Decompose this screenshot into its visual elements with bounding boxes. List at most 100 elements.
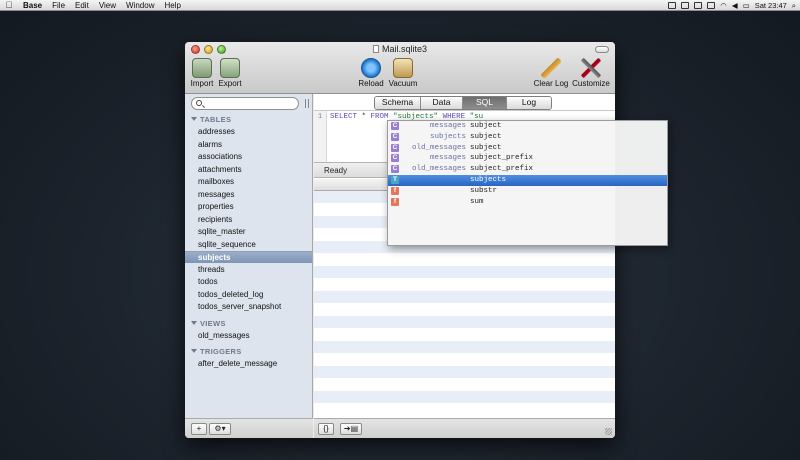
completion-item[interactable]: Cold_messages subject_prefix bbox=[388, 164, 667, 175]
table-row bbox=[314, 403, 615, 416]
table-item[interactable]: todos_deleted_log bbox=[185, 289, 312, 301]
add-button[interactable]: + bbox=[191, 423, 207, 435]
table-item[interactable]: messages bbox=[185, 189, 312, 201]
completion-item[interactable]: Csubjects subject bbox=[388, 132, 667, 143]
column-icon: C bbox=[391, 132, 399, 141]
table-item[interactable]: addresses bbox=[185, 126, 312, 138]
menu-edit[interactable]: Edit bbox=[70, 1, 94, 10]
table-item[interactable]: associations bbox=[185, 151, 312, 163]
gear-menu-button[interactable]: ⚙▾ bbox=[209, 423, 231, 435]
view-tabs: Schema Data SQL Log bbox=[374, 96, 552, 110]
completion-name: subjects bbox=[470, 175, 507, 184]
completion-item-selected[interactable]: Tsubjects bbox=[388, 174, 667, 186]
completion-item[interactable]: Cmessages subject bbox=[388, 121, 667, 132]
run-export-button[interactable]: ➔▤ bbox=[340, 423, 362, 435]
table-item[interactable]: properties bbox=[185, 201, 312, 213]
wifi-icon[interactable]: ◠ bbox=[720, 1, 727, 10]
media-icon[interactable] bbox=[681, 2, 690, 9]
sql-keyword: SELECT bbox=[330, 113, 358, 121]
menu-window[interactable]: Window bbox=[121, 1, 159, 10]
table-row bbox=[314, 378, 615, 391]
disclosure-icon bbox=[191, 349, 197, 353]
table-item[interactable]: todos bbox=[185, 276, 312, 288]
menu-view[interactable]: View bbox=[94, 1, 121, 10]
menu-bar:  Base File Edit View Window Help ◠ ◀ ▭ … bbox=[0, 0, 800, 11]
menu-app[interactable]: Base bbox=[18, 1, 47, 10]
column-icon: C bbox=[391, 154, 399, 163]
table-row bbox=[314, 328, 615, 341]
views-header[interactable]: VIEWS bbox=[191, 319, 226, 328]
tab-log[interactable]: Log bbox=[507, 97, 551, 109]
completion-item[interactable]: Cold_messages subject bbox=[388, 143, 667, 154]
table-row bbox=[314, 266, 615, 279]
toolbar-toggle-button[interactable] bbox=[595, 46, 609, 53]
clear-log-button[interactable]: Clear Log bbox=[533, 58, 569, 88]
status-menus: ◠ ◀ ▭ Sat 23:47 ⌕ bbox=[668, 0, 796, 11]
main-bottom-bar: {} ➔▤ bbox=[314, 418, 615, 438]
export-icon bbox=[220, 58, 240, 78]
table-item[interactable]: sqlite_sequence bbox=[185, 239, 312, 251]
export-button[interactable]: Export bbox=[217, 58, 243, 88]
search-field[interactable] bbox=[191, 97, 299, 110]
trigger-item[interactable]: after_delete_message bbox=[185, 358, 312, 370]
tab-sql[interactable]: SQL bbox=[463, 97, 507, 109]
format-button[interactable]: {} bbox=[318, 423, 334, 435]
triggers-header[interactable]: TRIGGERS bbox=[191, 347, 242, 356]
table-item-selected[interactable]: subjects bbox=[185, 251, 312, 263]
table-item[interactable]: mailboxes bbox=[185, 176, 312, 188]
completion-item[interactable]: f substr bbox=[388, 186, 667, 197]
tab-schema[interactable]: Schema bbox=[375, 97, 421, 109]
table-item[interactable]: recipients bbox=[185, 214, 312, 226]
table-row bbox=[314, 341, 615, 354]
column-icon: C bbox=[391, 122, 399, 130]
sql-keyword: FROM bbox=[370, 113, 389, 121]
tab-data[interactable]: Data bbox=[421, 97, 463, 109]
record-icon[interactable] bbox=[668, 2, 677, 9]
clear-log-label: Clear Log bbox=[533, 79, 569, 88]
menu-file[interactable]: File bbox=[47, 1, 70, 10]
split-grip-icon[interactable] bbox=[305, 99, 309, 108]
function-icon: f bbox=[391, 197, 399, 206]
table-row bbox=[314, 316, 615, 329]
document-icon bbox=[372, 45, 379, 53]
battery-icon[interactable]: ▭ bbox=[743, 1, 750, 10]
table-item[interactable]: sqlite_master bbox=[185, 226, 312, 238]
sidebar-bottom-bar: + ⚙▾ bbox=[185, 418, 313, 438]
menu-help[interactable]: Help bbox=[159, 1, 185, 10]
views-header-label: VIEWS bbox=[200, 319, 226, 328]
vacuum-label: Vacuum bbox=[388, 79, 418, 88]
tables-header[interactable]: TABLES bbox=[191, 115, 231, 124]
clock[interactable]: Sat 23:47 bbox=[755, 1, 787, 10]
completion-name: substr bbox=[470, 186, 498, 195]
table-item[interactable]: attachments bbox=[185, 164, 312, 176]
resize-grip-icon[interactable] bbox=[605, 428, 612, 435]
customize-label: Customize bbox=[572, 79, 610, 88]
apple-menu-icon[interactable]:  bbox=[0, 0, 18, 10]
completion-name: sum bbox=[470, 197, 484, 206]
table-icon: T bbox=[391, 175, 399, 184]
broom-icon bbox=[541, 58, 561, 78]
table-row bbox=[314, 291, 615, 304]
table-row bbox=[314, 278, 615, 291]
table-item[interactable]: todos_server_snapshot bbox=[185, 301, 312, 313]
volume-icon[interactable]: ◀ bbox=[732, 1, 738, 10]
spotlight-icon[interactable]: ⌕ bbox=[792, 1, 796, 11]
vacuum-icon bbox=[393, 58, 413, 78]
import-button[interactable]: Import bbox=[189, 58, 215, 88]
table-item[interactable]: alarms bbox=[185, 139, 312, 151]
vacuum-button[interactable]: Vacuum bbox=[387, 58, 419, 88]
view-item[interactable]: old_messages bbox=[185, 330, 312, 342]
search-icon bbox=[196, 100, 202, 106]
autocomplete-popup: Cmessages subject Csubjects subject Cold_m… bbox=[387, 120, 668, 246]
completion-item[interactable]: f sum bbox=[388, 197, 667, 208]
reload-button[interactable]: Reload bbox=[358, 58, 384, 88]
table-row bbox=[314, 391, 615, 404]
window-title: Mail.sqlite3 bbox=[185, 44, 615, 54]
bluetooth-icon[interactable] bbox=[694, 2, 703, 9]
time-machine-icon[interactable] bbox=[707, 2, 716, 9]
customize-button[interactable]: Customize bbox=[571, 58, 611, 88]
reload-label: Reload bbox=[358, 79, 384, 88]
line-number: 1 bbox=[314, 111, 327, 163]
completion-item[interactable]: Cmessages subject_prefix bbox=[388, 153, 667, 164]
table-item[interactable]: threads bbox=[185, 264, 312, 276]
